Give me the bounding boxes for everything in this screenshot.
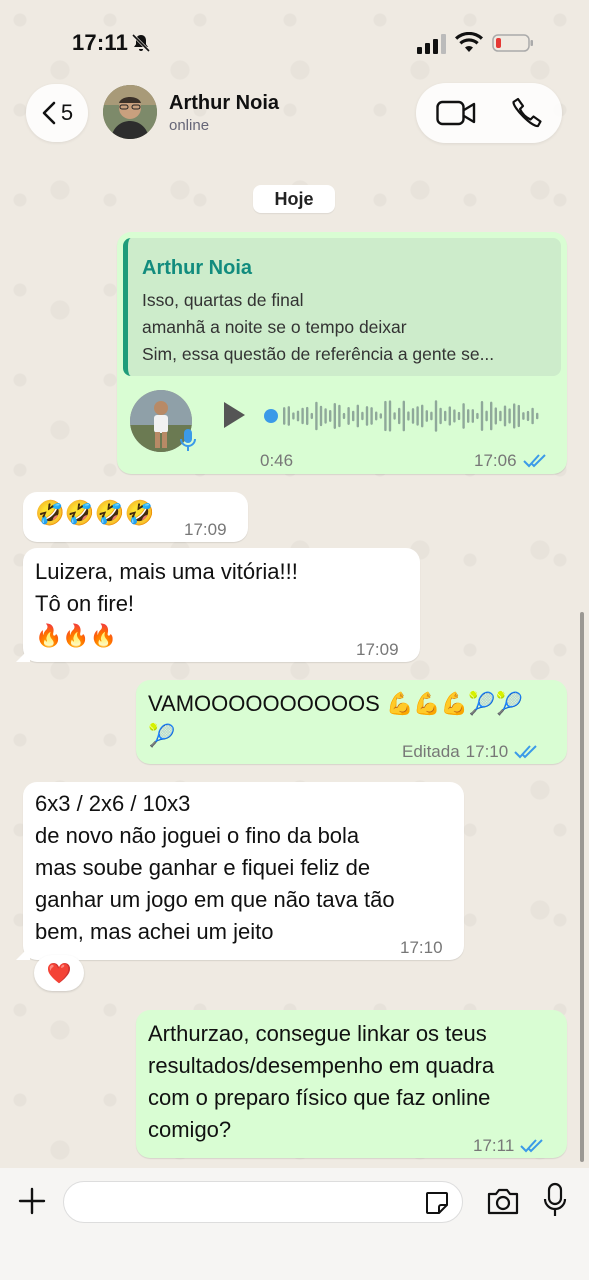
- message-text: Arthurzao, consegue linkar os teus: [148, 1021, 487, 1046]
- message-text: VAMOOOOOOOOOOS 💪💪💪🎾🎾: [148, 691, 523, 716]
- battery-low-icon: [492, 34, 533, 52]
- phone-call-icon[interactable]: [510, 96, 544, 130]
- message-meta: 17:06: [474, 445, 549, 477]
- outgoing-message-bubble[interactable]: VAMOOOOOOOOOOS 💪💪💪🎾🎾 🎾 Editada 17:10: [136, 680, 567, 764]
- voice-message-bubble[interactable]: Arthur Noia Isso, quartas de final amanh…: [117, 232, 567, 474]
- message-meta: 17:11: [473, 1130, 546, 1162]
- message-text: 🤣🤣🤣🤣: [35, 500, 155, 527]
- message-text: bem, mas achei um jeito: [35, 919, 274, 944]
- read-ticks-icon: [514, 745, 537, 759]
- message-text: comigo?: [148, 1117, 232, 1142]
- sticker-icon[interactable]: [424, 1190, 450, 1216]
- back-button[interactable]: 5: [26, 84, 88, 142]
- unread-count: 5: [60, 100, 74, 125]
- call-actions: [416, 83, 562, 143]
- message-input[interactable]: [63, 1181, 463, 1223]
- incoming-message-bubble[interactable]: 🤣🤣🤣🤣 17:09: [23, 492, 248, 542]
- message-meta: Editada 17:10: [402, 736, 540, 768]
- microphone-icon[interactable]: [543, 1182, 567, 1218]
- message-composer: [0, 1168, 589, 1280]
- avatar-photo-icon: [103, 85, 157, 139]
- cellular-signal-icon: [417, 34, 446, 54]
- wifi-icon: [455, 32, 483, 52]
- contact-status: online: [169, 117, 210, 134]
- message-time: 17:09: [184, 520, 227, 539]
- message-meta: 17:10: [400, 932, 443, 964]
- message-text: Luizera, mais uma vitória!!!: [35, 559, 298, 584]
- camera-icon[interactable]: [486, 1186, 520, 1216]
- message-time: 17:09: [356, 640, 399, 659]
- message-meta: 17:09: [184, 514, 227, 546]
- quoted-author: Arthur Noia: [142, 257, 252, 279]
- message-time: 17:06: [474, 451, 517, 470]
- chevron-left-icon: [42, 101, 56, 125]
- status-bar: 17:11: [0, 0, 589, 80]
- chat-scrollbar[interactable]: [580, 612, 584, 1162]
- quoted-line: amanhã a noite se o tempo deixar: [142, 317, 407, 337]
- contact-avatar[interactable]: [103, 85, 157, 139]
- quoted-line: Sim, essa questão de referência a gente …: [142, 344, 495, 364]
- play-icon[interactable]: [221, 400, 247, 430]
- edited-label: Editada: [402, 742, 460, 761]
- quoted-message[interactable]: Arthur Noia Isso, quartas de final amanh…: [123, 238, 561, 376]
- message-text: mas soube ganhar e fiquei feliz de: [35, 855, 371, 880]
- message-text: 6x3 / 2x6 / 10x3: [35, 791, 191, 816]
- incoming-message-bubble[interactable]: 6x3 / 2x6 / 10x3 de novo não joguei o fi…: [23, 782, 464, 960]
- message-time: 17:11: [473, 1136, 515, 1155]
- bell-off-icon: [131, 33, 151, 53]
- message-text: ganhar um jogo em que não tava tão: [35, 887, 395, 912]
- microphone-badge-icon: [180, 429, 196, 451]
- read-ticks-icon: [520, 1139, 543, 1153]
- quoted-line: Isso, quartas de final: [142, 290, 304, 310]
- read-ticks-icon: [522, 454, 546, 468]
- message-text: de novo não joguei o fino da bola: [35, 823, 360, 848]
- reaction-badge[interactable]: ❤️: [34, 955, 84, 991]
- incoming-message-bubble[interactable]: Luizera, mais uma vitória!!! Tô on fire!…: [23, 548, 420, 662]
- outgoing-message-bubble[interactable]: Arthurzao, consegue linkar os teus resul…: [136, 1010, 567, 1158]
- message-text: resultados/desempenho em quadra: [148, 1053, 495, 1078]
- voice-duration: 0:46: [260, 451, 294, 470]
- status-time: 17:11: [72, 30, 129, 55]
- plus-icon[interactable]: [17, 1186, 47, 1216]
- video-call-icon[interactable]: [436, 98, 476, 128]
- audio-waveform[interactable]: [261, 396, 549, 436]
- date-separator: Hoje: [253, 185, 335, 213]
- message-time: 17:10: [400, 938, 443, 957]
- contact-name[interactable]: Arthur Noia: [169, 92, 279, 115]
- message-text: com o preparo físico que faz online: [148, 1085, 491, 1110]
- message-text: Tô on fire!: [35, 591, 135, 616]
- message-text: 🎾: [148, 723, 176, 748]
- message-time: 17:10: [465, 742, 509, 761]
- message-text: 🔥🔥🔥: [35, 623, 118, 648]
- chat-header: 5 Arthur Noia online: [0, 80, 589, 150]
- message-meta: 17:09: [356, 634, 399, 666]
